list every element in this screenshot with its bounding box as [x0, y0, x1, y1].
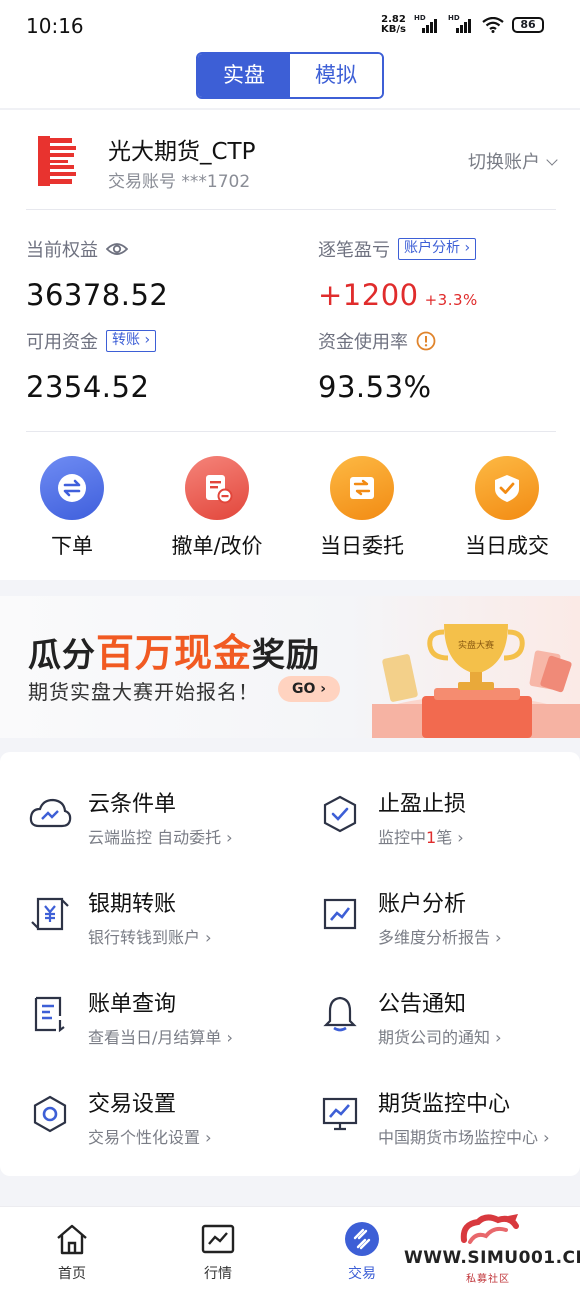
- battery-icon: 86: [512, 17, 544, 33]
- available-label-row: 可用资金 转账 ›: [26, 328, 157, 354]
- shield-check-icon: [318, 792, 362, 836]
- signal-icon: HD: [414, 14, 440, 33]
- pnl-value: +1200 +3.3%: [318, 278, 478, 312]
- available-value: 2354.52: [26, 370, 150, 404]
- chart-icon: [318, 892, 362, 936]
- mode-segment: 实盘 模拟: [196, 52, 384, 99]
- account-name: 光大期货_CTP: [108, 139, 256, 165]
- account-number: 交易账号 ***1702: [108, 172, 251, 192]
- net-speed: 2.82 KB/s: [381, 14, 406, 35]
- divider: [26, 209, 556, 210]
- bell-icon: [318, 992, 362, 1036]
- bank-transfer-icon: [28, 892, 72, 936]
- banner-title: 瓜分百万现金奖励: [28, 631, 321, 675]
- banner-subtitle: 期货实盘大赛开始报名！: [28, 680, 259, 704]
- today-trades-button[interactable]: 当日成交: [447, 456, 567, 560]
- account-analysis-tag[interactable]: 账户分析 ›: [398, 238, 477, 260]
- status-icons: 2.82 KB/s HD HD 86: [381, 14, 544, 35]
- feature-panel: 云条件单 云端监控 自动委托 › 止盈止损 监控中1笔 › 银期转账 银行转钱到…: [0, 752, 580, 1176]
- market-chart-icon: [201, 1224, 235, 1254]
- pnl-label-row: 逐笔盈亏 账户分析 ›: [318, 236, 477, 262]
- trade-icon: [345, 1222, 379, 1256]
- signal-icon: HD: [448, 14, 474, 33]
- cancel-order-icon: [185, 456, 249, 520]
- tab-real[interactable]: 实盘: [198, 54, 290, 97]
- order-icon: [40, 456, 104, 520]
- cancel-modify-button[interactable]: 撤单/改价: [157, 456, 277, 560]
- tab-home[interactable]: 首页: [42, 1221, 102, 1283]
- settings-icon: [28, 1092, 72, 1136]
- today-orders-icon: [330, 456, 394, 520]
- banner-go-button[interactable]: GO ›: [278, 676, 340, 702]
- equity-label-row: 当前权益: [26, 236, 128, 262]
- cloud-icon: [28, 792, 72, 836]
- today-trades-icon: [475, 456, 539, 520]
- tab-sim[interactable]: 模拟: [290, 54, 382, 97]
- status-bar: 10:16 2.82 KB/s HD HD 86: [0, 0, 580, 50]
- equity-value: 36378.52: [26, 278, 169, 312]
- watermark: WWW.SIMU001.CN 私募社区: [402, 1212, 580, 1285]
- tab-trade[interactable]: 交易: [332, 1221, 392, 1283]
- watermark-logo: [460, 1214, 519, 1244]
- home-icon: [57, 1224, 87, 1255]
- transfer-tag[interactable]: 转账 ›: [106, 330, 157, 352]
- divider: [0, 108, 580, 110]
- info-icon[interactable]: [416, 331, 436, 351]
- today-orders-button[interactable]: 当日委托: [302, 456, 422, 560]
- divider: [26, 431, 556, 432]
- wifi-icon: [482, 17, 504, 33]
- usage-value: 93.53%: [318, 370, 432, 404]
- pnl-percent: +3.3%: [424, 291, 478, 309]
- status-time: 10:16: [26, 14, 84, 38]
- svg-text:实盘大赛: 实盘大赛: [458, 639, 494, 651]
- trophy-illustration: 实盘大赛: [372, 624, 580, 738]
- tab-market[interactable]: 行情: [188, 1221, 248, 1283]
- monitor-icon: [318, 1092, 362, 1136]
- bill-icon: [28, 992, 72, 1036]
- usage-label-row: 资金使用率: [318, 328, 436, 354]
- eye-icon[interactable]: [106, 241, 128, 257]
- switch-account-button[interactable]: 切换账户: [468, 148, 558, 174]
- broker-logo: [38, 136, 76, 186]
- order-button[interactable]: 下单: [12, 456, 132, 560]
- chevron-down-icon: [546, 154, 558, 166]
- promo-banner[interactable]: 瓜分百万现金奖励 期货实盘大赛开始报名！ GO › 实盘大赛: [0, 596, 580, 738]
